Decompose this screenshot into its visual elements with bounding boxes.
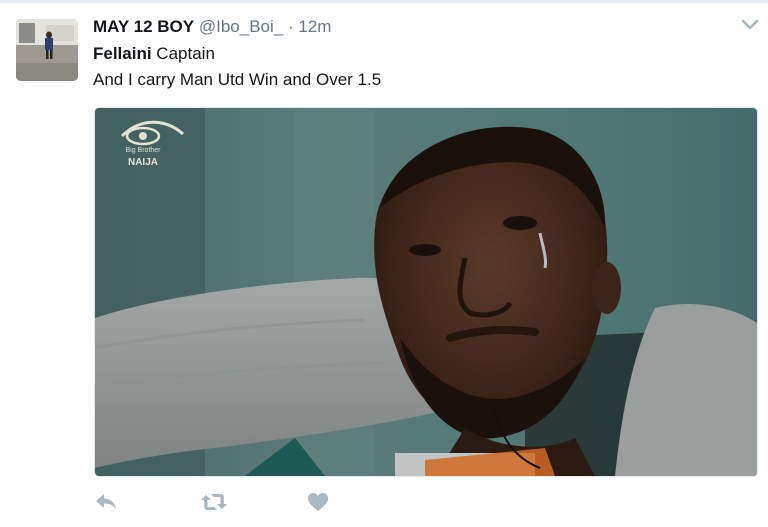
logo-text-brother: Big Brother xyxy=(125,147,161,154)
avatar[interactable] xyxy=(16,19,78,81)
display-name[interactable]: MAY 12 BOY xyxy=(93,17,194,36)
avatar-image xyxy=(16,19,78,81)
user-handle[interactable]: @Ibo_Boi_ xyxy=(199,17,283,36)
separator-dot: · xyxy=(287,17,294,36)
tweet[interactable]: MAY 12 BOY @Ibo_Boi_ · 12m Fellaini Capt… xyxy=(0,3,768,527)
logo-text-naija: NAIJA xyxy=(128,157,158,168)
reply-icon[interactable] xyxy=(94,491,118,513)
chevron-down-icon[interactable] xyxy=(740,18,760,32)
retweet-icon[interactable] xyxy=(200,491,228,513)
like-icon[interactable] xyxy=(306,491,330,513)
tweet-text-rest: Captain xyxy=(151,44,215,63)
timestamp[interactable]: 12m xyxy=(298,17,331,36)
media-image: Big Brother NAIJA xyxy=(95,108,757,476)
tweet-media-photo[interactable]: Big Brother NAIJA xyxy=(94,107,758,477)
tweet-text-line-1: Fellaini Captain xyxy=(93,43,215,65)
tweet-text-bold: Fellaini xyxy=(93,44,152,63)
tweet-text-line-2: And I carry Man Utd Win and Over 1.5 xyxy=(93,70,382,89)
tweet-header: MAY 12 BOY @Ibo_Boi_ · 12m xyxy=(93,16,331,38)
